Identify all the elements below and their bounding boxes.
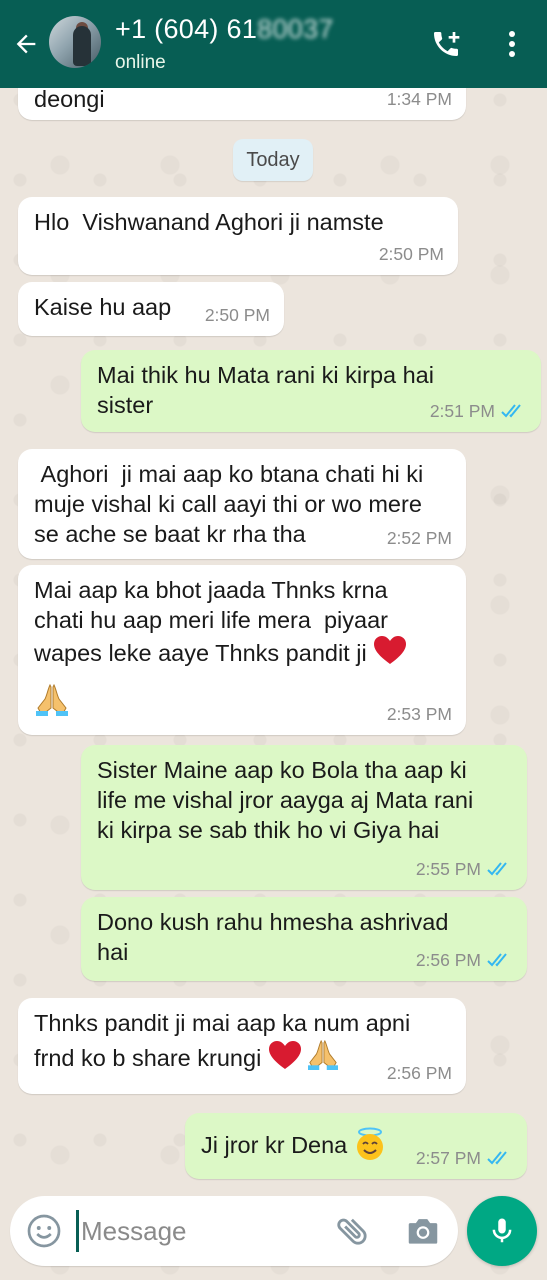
read-ticks-icon — [487, 953, 507, 967]
message-time: 2:56 PM — [415, 950, 481, 970]
message-text: Sister Maine aap ko Bola tha aap ki life… — [97, 757, 474, 843]
message-outgoing[interactable]: Dono kush rahu hmesha ashrivad hai 2:56 … — [81, 897, 527, 981]
folded-hands-emoji-icon — [308, 1039, 339, 1070]
message-outgoing[interactable]: Ji jror kr Dena 2:57 PM — [185, 1113, 527, 1179]
message-incoming[interactable]: Mai aap ka bhot jaada Thnks krna chati h… — [18, 565, 466, 735]
paperclip-icon — [337, 1218, 367, 1245]
message-time: 2:50 PM — [378, 244, 444, 264]
message-time: 2:52 PM — [386, 528, 452, 548]
message-outgoing[interactable]: Sister Maine aap ko Bola tha aap ki life… — [81, 745, 527, 890]
voice-call-button[interactable] — [424, 24, 468, 64]
message-text: Mai aap ka bhot jaada Thnks krna chati h… — [34, 575, 450, 668]
attach-button[interactable] — [334, 1212, 372, 1250]
more-options-button[interactable] — [496, 24, 528, 64]
red-heart-emoji-icon — [374, 636, 407, 664]
more-vert-icon — [509, 31, 515, 57]
message-text: Hlo Vishwanand Aghori ji namste — [34, 209, 384, 235]
read-ticks-icon — [501, 404, 521, 418]
contact-name[interactable]: +1 (604) 6180037 — [115, 14, 334, 45]
back-arrow-icon — [16, 34, 36, 54]
message-time: 2:53 PM — [386, 704, 452, 724]
date-separator: Today — [233, 139, 313, 181]
read-ticks-icon — [487, 862, 507, 876]
voice-record-button[interactable] — [467, 1196, 537, 1266]
message-incoming[interactable]: Kaise hu aap 2:50 PM — [18, 282, 284, 336]
message-incoming[interactable]: Thnks pandit ji mai aap ka num apni frnd… — [18, 998, 466, 1094]
message-time: 2:56 PM — [386, 1063, 452, 1083]
message-incoming[interactable]: Hlo Vishwanand Aghori ji namste 2:50 PM — [18, 197, 458, 275]
emoji-button[interactable] — [26, 1213, 62, 1249]
message-composer — [10, 1196, 458, 1266]
obscured-number: 80037 — [257, 14, 334, 44]
back-button[interactable] — [8, 24, 44, 64]
chat-header: +1 (604) 6180037 online — [0, 0, 547, 88]
message-time: 2:50 PM — [204, 305, 270, 325]
smiling-face-with-halo-emoji-icon — [356, 1127, 383, 1160]
read-ticks-icon — [487, 1151, 507, 1165]
emoji-icon — [27, 1214, 61, 1248]
message-outgoing[interactable]: Mai thik hu Mata rani ki kirpa hai siste… — [81, 350, 541, 432]
contact-status: online — [115, 52, 166, 73]
camera-icon — [408, 1219, 438, 1244]
message-time: 2:57 PM — [415, 1148, 481, 1168]
folded-hands-emoji-icon — [36, 683, 68, 716]
avatar[interactable] — [49, 16, 101, 68]
red-heart-emoji-icon — [268, 1041, 301, 1069]
message-time: 2:51 PM — [429, 401, 495, 421]
message-time: 2:55 PM — [415, 859, 481, 879]
message-input[interactable] — [76, 1210, 316, 1252]
camera-button[interactable] — [404, 1212, 442, 1250]
add-call-icon — [434, 32, 460, 56]
message-time: 1:34 PM — [386, 89, 452, 109]
message-incoming[interactable]: Aghori ji mai aap ko btana chati hi ki m… — [18, 449, 466, 559]
microphone-icon — [492, 1218, 512, 1243]
